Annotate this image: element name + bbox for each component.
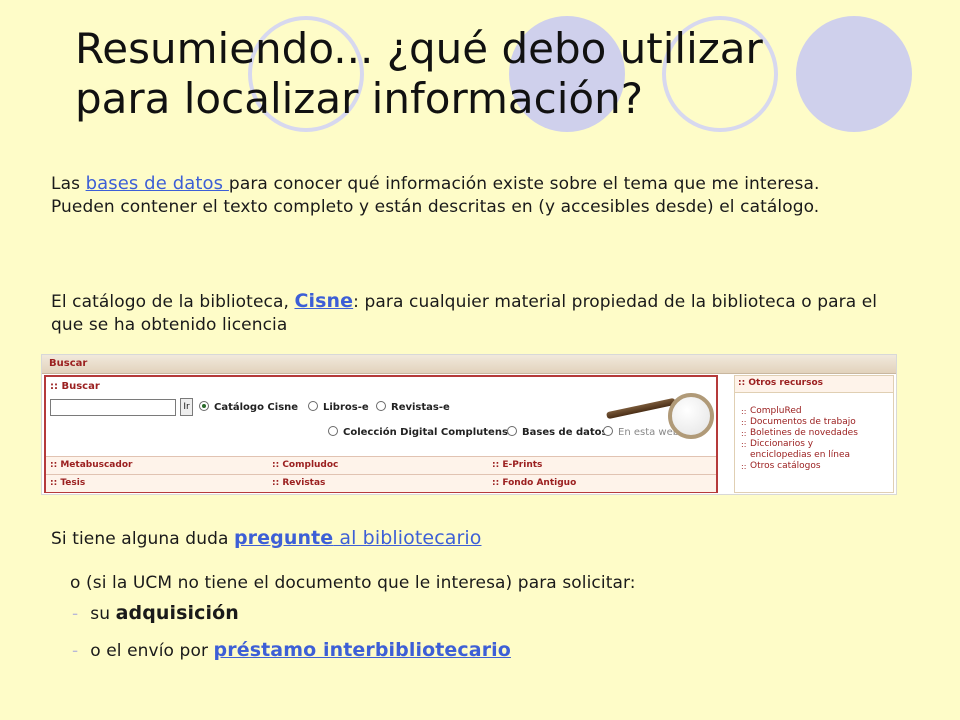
- link-pregunte-bibliotecario[interactable]: pregunte al bibliotecario: [234, 527, 482, 549]
- search-box: :: Buscar Ir Catálogo Cisne Libros-e Rev…: [44, 375, 718, 493]
- radio-label: En esta web: [618, 427, 680, 438]
- link-boletines-novedades[interactable]: Boletines de novedades: [741, 428, 858, 439]
- link-bases-de-datos[interactable]: bases de datos: [86, 173, 229, 194]
- magnifier-handle-icon: [606, 397, 676, 420]
- radio-label: Libros-e: [323, 402, 369, 413]
- go-button[interactable]: Ir: [180, 398, 193, 416]
- title-line-1: Resumiendo... ¿qué debo utilizar: [75, 24, 763, 73]
- radio-bases-de-datos[interactable]: Bases de datos: [507, 426, 607, 438]
- text-ask-prefix: Si tiene alguna duda: [51, 529, 234, 549]
- radio-label: Bases de datos: [522, 427, 608, 438]
- radio-icon: [308, 401, 318, 411]
- search-panel: Buscar :: Buscar Ir Catálogo Cisne Libro…: [41, 354, 897, 495]
- slide-title: Resumiendo... ¿qué debo utilizar para lo…: [75, 24, 935, 124]
- text-adquisicion: adquisición: [115, 602, 239, 624]
- radio-icon: [376, 401, 386, 411]
- bullet-prestamo: -o el envío por préstamo interbiblioteca…: [72, 639, 932, 663]
- link-documentos-trabajo[interactable]: Documentos de trabajo: [741, 417, 858, 428]
- link-diccionarios[interactable]: Diccionarios yenciclopedias en línea: [741, 439, 858, 461]
- radio-en-esta-web[interactable]: En esta web: [603, 426, 679, 438]
- link-complured[interactable]: CompluRed: [741, 406, 858, 417]
- text-databases-desc: para conocer qué información existe sobr…: [228, 174, 820, 194]
- radio-catalogo-cisne[interactable]: Catálogo Cisne: [199, 401, 298, 413]
- radio-label: Revistas-e: [391, 402, 450, 413]
- link-fondo-antiguo[interactable]: :: Fondo Antiguo: [492, 478, 576, 488]
- link-otros-catalogos[interactable]: Otros catálogos: [741, 461, 858, 472]
- text-su: su: [90, 604, 116, 624]
- bullet-dash: -: [72, 604, 79, 624]
- link-e-prints[interactable]: :: E-Prints: [492, 460, 542, 470]
- link-prestamo-interbibliotecario[interactable]: préstamo interbibliotecario: [214, 639, 511, 661]
- radio-icon: [603, 426, 613, 436]
- search-box-title: :: Buscar: [50, 381, 100, 392]
- bullet-adquisicion: - su adquisición: [72, 602, 932, 626]
- radio-label: Catálogo Cisne: [214, 402, 299, 413]
- link-compludoc[interactable]: :: Compludoc: [272, 460, 338, 470]
- link-revistas[interactable]: :: Revistas: [272, 478, 325, 488]
- title-line-2: para localizar información?: [75, 74, 644, 123]
- link-cisne[interactable]: Cisne: [294, 290, 353, 312]
- other-resources-list: CompluRed Documentos de trabajo Boletine…: [741, 406, 858, 472]
- text-request: o (si la UCM no tiene el documento que l…: [70, 573, 636, 593]
- link-metabuscador[interactable]: :: Metabuscador: [50, 460, 132, 470]
- link-pregunte-rest: al bibliotecario: [333, 527, 482, 549]
- other-resources-title: :: Otros recursos: [735, 376, 893, 393]
- radio-icon: [507, 426, 517, 436]
- search-panel-header-label: Buscar: [49, 358, 88, 369]
- paragraph-catalog: El catálogo de la biblioteca, Cisne: par…: [51, 290, 911, 337]
- text-las: Las: [51, 174, 86, 194]
- radio-revistas-e[interactable]: Revistas-e: [376, 401, 450, 413]
- other-resources-title-label: :: Otros recursos: [738, 378, 824, 388]
- links-row-2: :: Tesis :: Revistas :: Fondo Antiguo: [46, 474, 716, 492]
- radio-libros-e[interactable]: Libros-e: [308, 401, 369, 413]
- radio-label: Colección Digital Complutense: [343, 427, 515, 438]
- bullet-dash: -: [72, 641, 79, 661]
- radio-coleccion-digital[interactable]: Colección Digital Complutense: [328, 426, 515, 438]
- text-envio: o el envío por: [90, 641, 214, 661]
- paragraph-ask-librarian: Si tiene alguna duda pregunte al bibliot…: [51, 527, 911, 551]
- links-row-1: :: Metabuscador :: Compludoc :: E-Prints: [46, 456, 716, 474]
- link-tesis[interactable]: :: Tesis: [50, 478, 85, 488]
- search-input[interactable]: [50, 399, 176, 416]
- other-resources-box: :: Otros recursos CompluRed Documentos d…: [734, 375, 894, 493]
- magnifier-icon: [668, 393, 714, 439]
- search-panel-header: Buscar: [42, 355, 896, 374]
- text-catalog-prefix: El catálogo de la biblioteca,: [51, 292, 295, 312]
- paragraph-databases: Las bases de datos para conocer qué info…: [51, 172, 911, 219]
- link-diccionarios-line-2: enciclopedias en línea: [750, 450, 851, 460]
- radio-icon: [328, 426, 338, 436]
- text-databases-content: Pueden contener el texto completo y está…: [51, 197, 820, 217]
- paragraph-request: o (si la UCM no tiene el documento que l…: [70, 572, 910, 595]
- link-pregunte-bold: pregunte: [233, 527, 334, 549]
- link-diccionarios-line-1: Diccionarios y: [750, 439, 814, 449]
- radio-icon: [199, 401, 209, 411]
